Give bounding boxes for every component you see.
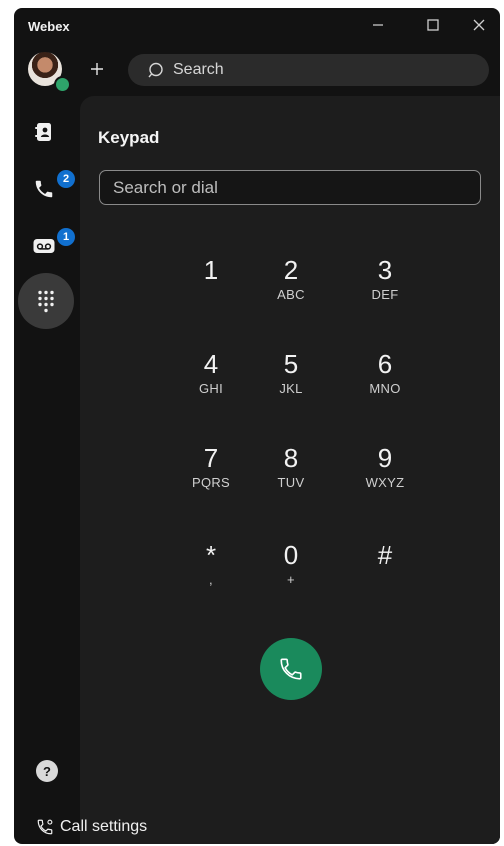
dialpad-icon bbox=[38, 290, 54, 313]
key-digit: 1 bbox=[203, 255, 219, 285]
key-digit: 2 bbox=[283, 255, 299, 285]
maximize-button[interactable] bbox=[415, 10, 451, 40]
call-settings-icon bbox=[37, 819, 53, 835]
key-digit: 6 bbox=[377, 349, 393, 379]
plus-icon bbox=[91, 63, 103, 75]
key-letters: ABC bbox=[277, 287, 305, 302]
key-0[interactable]: 0 + bbox=[252, 540, 330, 612]
key-digit: 4 bbox=[203, 349, 219, 379]
minimize-button[interactable] bbox=[360, 10, 396, 40]
title-bar: Webex bbox=[14, 8, 500, 44]
search-placeholder: Search bbox=[173, 61, 224, 78]
key-digit: 5 bbox=[283, 349, 299, 379]
app-title: Webex bbox=[28, 19, 70, 34]
rail-item-keypad[interactable] bbox=[18, 273, 74, 329]
phone-icon bbox=[35, 180, 53, 198]
key-digit: # bbox=[377, 540, 393, 570]
call-settings-link[interactable]: Call settings bbox=[36, 818, 147, 836]
webex-window: Webex Search 2 1 Keypad Search or dial 1… bbox=[14, 8, 500, 844]
key-letters: GHI bbox=[198, 381, 223, 396]
rail-item-contacts[interactable] bbox=[24, 112, 64, 152]
key-digit: 9 bbox=[377, 443, 393, 473]
key-digit: 8 bbox=[283, 443, 299, 473]
search-icon bbox=[148, 62, 165, 79]
minimize-icon bbox=[373, 24, 383, 26]
key-2[interactable]: 2 ABC bbox=[252, 255, 330, 327]
key-letters: , bbox=[209, 572, 213, 587]
voicemail-badge: 1 bbox=[57, 228, 75, 246]
key-digit: * bbox=[205, 540, 217, 570]
key-letters: + bbox=[287, 572, 295, 587]
close-button[interactable] bbox=[461, 10, 497, 40]
voicemail-icon bbox=[33, 239, 55, 253]
key-digit: 0 bbox=[283, 540, 299, 570]
keypad-panel: Keypad Search or dial 1 2 ABC 3 DEF 4 GH… bbox=[80, 96, 500, 844]
call-settings-label: Call settings bbox=[60, 818, 148, 835]
key-letters: MNO bbox=[369, 381, 401, 396]
maximize-icon bbox=[427, 19, 439, 31]
key-4[interactable]: 4 GHI bbox=[172, 349, 250, 421]
phone-icon bbox=[280, 658, 302, 680]
close-icon bbox=[473, 19, 485, 31]
key-6[interactable]: 6 MNO bbox=[346, 349, 424, 421]
new-button[interactable] bbox=[86, 58, 108, 80]
key-digit: 7 bbox=[203, 443, 219, 473]
key-star[interactable]: * , bbox=[172, 540, 250, 612]
help-icon: ? bbox=[43, 763, 51, 779]
search-or-dial-input[interactable]: Search or dial bbox=[99, 170, 481, 205]
key-letters: JKL bbox=[279, 381, 303, 396]
panel-title: Keypad bbox=[98, 128, 160, 147]
presence-status-indicator bbox=[54, 76, 71, 93]
key-9[interactable]: 9 WXYZ bbox=[346, 443, 424, 515]
key-8[interactable]: 8 TUV bbox=[252, 443, 330, 515]
key-letters: WXYZ bbox=[365, 475, 405, 490]
calls-badge: 2 bbox=[57, 170, 75, 188]
key-1[interactable]: 1 bbox=[172, 255, 250, 327]
help-button[interactable]: ? bbox=[36, 760, 58, 782]
contacts-icon bbox=[35, 123, 51, 141]
key-5[interactable]: 5 JKL bbox=[252, 349, 330, 421]
call-button[interactable] bbox=[260, 638, 322, 700]
key-letters: DEF bbox=[371, 287, 399, 302]
key-letters: TUV bbox=[277, 475, 305, 490]
key-hash[interactable]: # bbox=[346, 540, 424, 612]
key-3[interactable]: 3 DEF bbox=[346, 255, 424, 327]
key-7[interactable]: 7 PQRS bbox=[172, 443, 250, 515]
key-digit: 3 bbox=[377, 255, 393, 285]
key-letters: PQRS bbox=[191, 475, 231, 490]
search-bar[interactable]: Search bbox=[128, 54, 489, 86]
